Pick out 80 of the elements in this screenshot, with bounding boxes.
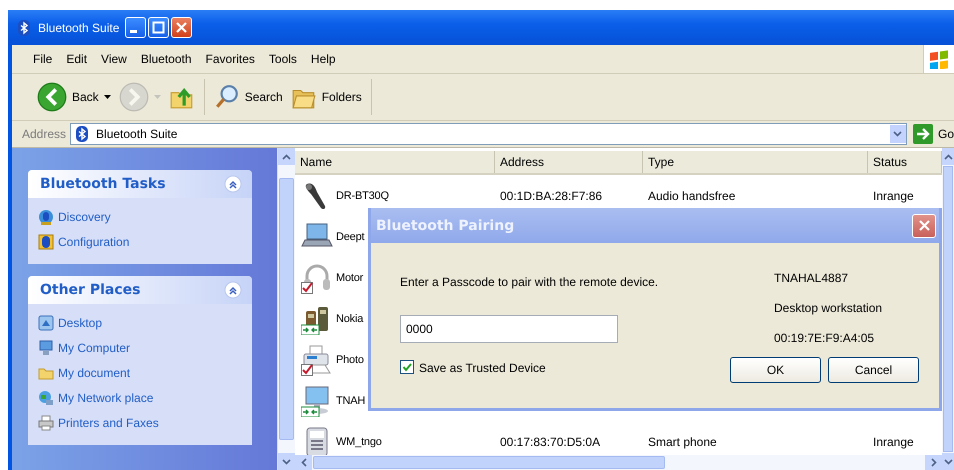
column-header[interactable]: Type [643,151,868,173]
minimize-button[interactable] [125,17,146,38]
device-name[interactable]: DR-BT30Q [334,190,389,202]
bluetooth-icon [74,126,90,142]
globe-icon [38,208,54,224]
computer-icon [38,340,54,356]
menu-item[interactable]: Edit [59,52,94,66]
table-cell-text: Smart phone [647,434,718,448]
close-icon [918,219,930,232]
search-icon [214,84,240,110]
maximize-icon [152,21,166,34]
prompt-text: Enter a Passcode to pair with the remote device. [400,274,660,291]
scroll-down-icon [282,458,291,464]
back-button[interactable]: Back [34,80,114,114]
address-label: Address [22,127,66,141]
collapse-icon[interactable] [224,281,242,299]
device-info: 00:19:7E:F9:A4:05 [773,330,876,347]
address-field[interactable]: Bluetooth Suite [70,123,907,145]
search-button[interactable]: Search [210,82,286,112]
close-button[interactable] [171,17,192,38]
cancel-button[interactable]: Cancel [828,357,919,383]
sidebar-link[interactable]: Discovery [38,206,242,227]
scroll-up-icon [282,154,291,160]
table-cell-text: Inrange [872,188,915,202]
column-header[interactable]: Name [295,151,495,173]
dialog-title: Bluetooth Pairing [376,218,514,234]
flag-logo-icon [929,49,949,69]
device-info: TNAHAL4887 [773,270,850,287]
device-name[interactable]: TNAH [334,394,366,406]
device-name[interactable]: Nokia [334,312,364,324]
column-header[interactable]: Address [495,151,643,173]
caret-icon [154,95,161,99]
menu-item[interactable]: Bluetooth [134,52,199,66]
printer-icon [38,414,54,430]
window-title: Bluetooth Suite [38,20,120,34]
collapse-icon[interactable] [224,175,242,193]
scroll-left-icon [300,458,306,467]
close-button[interactable] [912,214,936,238]
panel-title: Other Places [40,282,140,298]
sidebar-link[interactable]: My Computer [38,337,242,358]
device-name[interactable]: Photo [334,354,364,366]
dropdown-button[interactable] [890,125,906,143]
menu-item[interactable]: File [26,52,60,66]
scroll-right-icon [930,458,936,467]
minimize-icon [130,30,138,32]
menu-item[interactable]: View [94,52,134,66]
scroll-down-icon [944,458,952,464]
table-cell-text: Inrange [872,434,915,448]
desktop-icon [38,314,54,330]
sidebar-link[interactable]: My Network place [38,387,242,408]
device-name[interactable]: WM_tngo [334,436,382,448]
table-cell-text: Audio handsfree [647,188,736,202]
table-cell-text: 00:1D:BA:28:F7:86 [499,188,604,202]
maximize-button[interactable] [148,17,170,38]
go-button[interactable]: Go [910,124,954,144]
chevron-down-icon [893,131,902,137]
scroll-up-icon [944,154,952,160]
sidebar-link[interactable]: Configuration [38,231,242,252]
device-name[interactable]: Deept [334,230,364,242]
passcode-field[interactable]: 0000 [400,315,618,343]
folders-button[interactable]: Folders [288,82,365,112]
checkbox-label[interactable]: Save as Trusted Device [419,360,546,374]
caret-icon [104,95,111,99]
sidebar-link[interactable]: Printers and Faxes [38,412,242,433]
sidebar-link[interactable]: My document [38,362,242,383]
ok-button[interactable]: OK [730,357,821,383]
close-icon [175,21,188,34]
device-info: Desktop workstation [773,300,884,317]
table-cell-text: 00:17:83:70:D5:0A [499,434,602,448]
sidebar-link[interactable]: Desktop [38,312,242,333]
device-name[interactable]: Motor [334,272,364,284]
menu-item[interactable]: Tools [262,52,304,66]
panel-title: Bluetooth Tasks [40,176,166,192]
vertical-scrollbar[interactable] [942,148,954,470]
network-icon [38,390,54,406]
vertical-scrollbar[interactable] [277,148,295,470]
checkbox[interactable] [400,360,415,375]
menu-item[interactable]: Help [304,52,343,66]
bluetooth-icon [16,20,32,36]
menu-item[interactable]: Favorites [198,52,262,66]
